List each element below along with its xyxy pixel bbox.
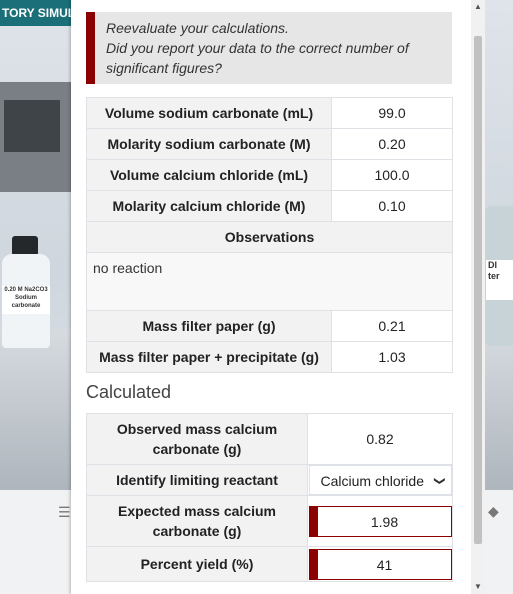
percent-yield-cell: 41 bbox=[307, 546, 453, 582]
report-panel: Reevaluate your calculations. Did you re… bbox=[71, 0, 471, 594]
expected-mass-label: Expected mass calcium carbonate (g) bbox=[86, 495, 308, 547]
table-row: Observed mass calcium carbonate (g) 0.82 bbox=[86, 413, 453, 465]
bottle-label-line2: Sodium carbonate bbox=[11, 295, 41, 309]
expected-mass-cell: 1.98 bbox=[307, 495, 453, 547]
chevron-down-icon: ❯ bbox=[433, 476, 446, 486]
table-row: Percent yield (%) 41 bbox=[86, 546, 453, 582]
oven[interactable] bbox=[0, 82, 74, 192]
percent-yield-label: Percent yield (%) bbox=[86, 546, 308, 582]
bottle-label: 0.20 M Na2CO3 Sodium carbonate bbox=[2, 286, 50, 314]
significant-figures-alert: Reevaluate your calculations. Did you re… bbox=[86, 12, 452, 84]
alert-line3: significant figures? bbox=[106, 60, 222, 76]
scrollbar-thumb[interactable] bbox=[474, 36, 482, 544]
table-row: Mass filter paper + precipitate (g) 1.03 bbox=[86, 341, 453, 373]
scroll-up-icon[interactable]: ▲ bbox=[474, 2, 482, 11]
bottle-label-line1: 0.20 M Na2CO3 bbox=[4, 287, 48, 293]
row-label: Molarity calcium chloride (M) bbox=[86, 190, 332, 222]
table-row: Mass filter paper (g) 0.21 bbox=[86, 310, 453, 342]
observed-mass-value: 0.82 bbox=[307, 413, 453, 465]
limiting-reactant-label: Identify limiting reactant bbox=[86, 464, 308, 496]
row-value: 0.20 bbox=[331, 128, 453, 160]
app-title: TORY SIMUL bbox=[0, 0, 82, 26]
row-label: Molarity sodium carbonate (M) bbox=[86, 128, 332, 160]
row-label: Mass filter paper + precipitate (g) bbox=[86, 341, 332, 373]
row-label: Volume calcium chloride (mL) bbox=[86, 159, 332, 191]
oven-window bbox=[4, 100, 60, 152]
calculated-table: Observed mass calcium carbonate (g) 0.82… bbox=[86, 413, 453, 582]
bottle-cap bbox=[12, 236, 38, 256]
limiting-reactant-select[interactable]: Calcium chloride ❯ bbox=[308, 465, 452, 495]
calculated-heading: Calculated bbox=[86, 382, 172, 402]
table-row: Expected mass calcium carbonate (g) 1.98 bbox=[86, 495, 453, 547]
row-value: 1.03 bbox=[331, 341, 453, 373]
observed-mass-label: Observed mass calcium carbonate (g) bbox=[86, 413, 308, 465]
row-value: 0.21 bbox=[331, 310, 453, 342]
table-row: Volume sodium carbonate (mL) 99.0 bbox=[86, 97, 453, 129]
water-label-line2: ter bbox=[488, 271, 500, 281]
alert-line1: Reevaluate your calculations. bbox=[106, 20, 289, 36]
expected-mass-input[interactable]: 1.98 bbox=[309, 505, 452, 537]
row-value: 0.10 bbox=[331, 190, 453, 222]
water-bottle-label: DI ter bbox=[486, 260, 513, 300]
table-row: Volume calcium chloride (mL) 100.0 bbox=[86, 159, 453, 191]
limiting-reactant-selected: Calcium chloride bbox=[320, 473, 424, 489]
data-table: Volume sodium carbonate (mL) 99.0 Molari… bbox=[86, 97, 453, 373]
row-label: Volume sodium carbonate (mL) bbox=[86, 97, 332, 129]
row-value: 99.0 bbox=[331, 97, 453, 129]
table-row: Identify limiting reactant Calcium chlor… bbox=[86, 464, 453, 496]
panel-scrollbar[interactable]: ▲ ▼ bbox=[471, 0, 485, 594]
percent-yield-input[interactable]: 41 bbox=[309, 548, 452, 580]
row-value: 100.0 bbox=[331, 159, 453, 191]
limiting-reactant-cell: Calcium chloride ❯ bbox=[307, 464, 453, 496]
row-label: Mass filter paper (g) bbox=[86, 310, 332, 342]
observations-header: Observations bbox=[86, 221, 453, 253]
table-row: Molarity sodium carbonate (M) 0.20 bbox=[86, 128, 453, 160]
water-label-line1: DI bbox=[488, 260, 497, 270]
sodium-carbonate-bottle[interactable]: 0.20 M Na2CO3 Sodium carbonate bbox=[0, 236, 52, 350]
observations-text: no reaction bbox=[86, 252, 453, 311]
observations-row: no reaction bbox=[86, 252, 453, 311]
list-icon[interactable]: ☰ bbox=[58, 504, 71, 521]
observations-header-row: Observations bbox=[86, 221, 453, 253]
scroll-down-icon[interactable]: ▼ bbox=[474, 582, 482, 591]
alert-line2: Did you report your data to the correct … bbox=[106, 40, 409, 56]
tag-icon[interactable]: ◆ bbox=[488, 503, 499, 520]
table-row: Molarity calcium chloride (M) 0.10 bbox=[86, 190, 453, 222]
water-bottle[interactable]: DI ter bbox=[484, 206, 513, 346]
